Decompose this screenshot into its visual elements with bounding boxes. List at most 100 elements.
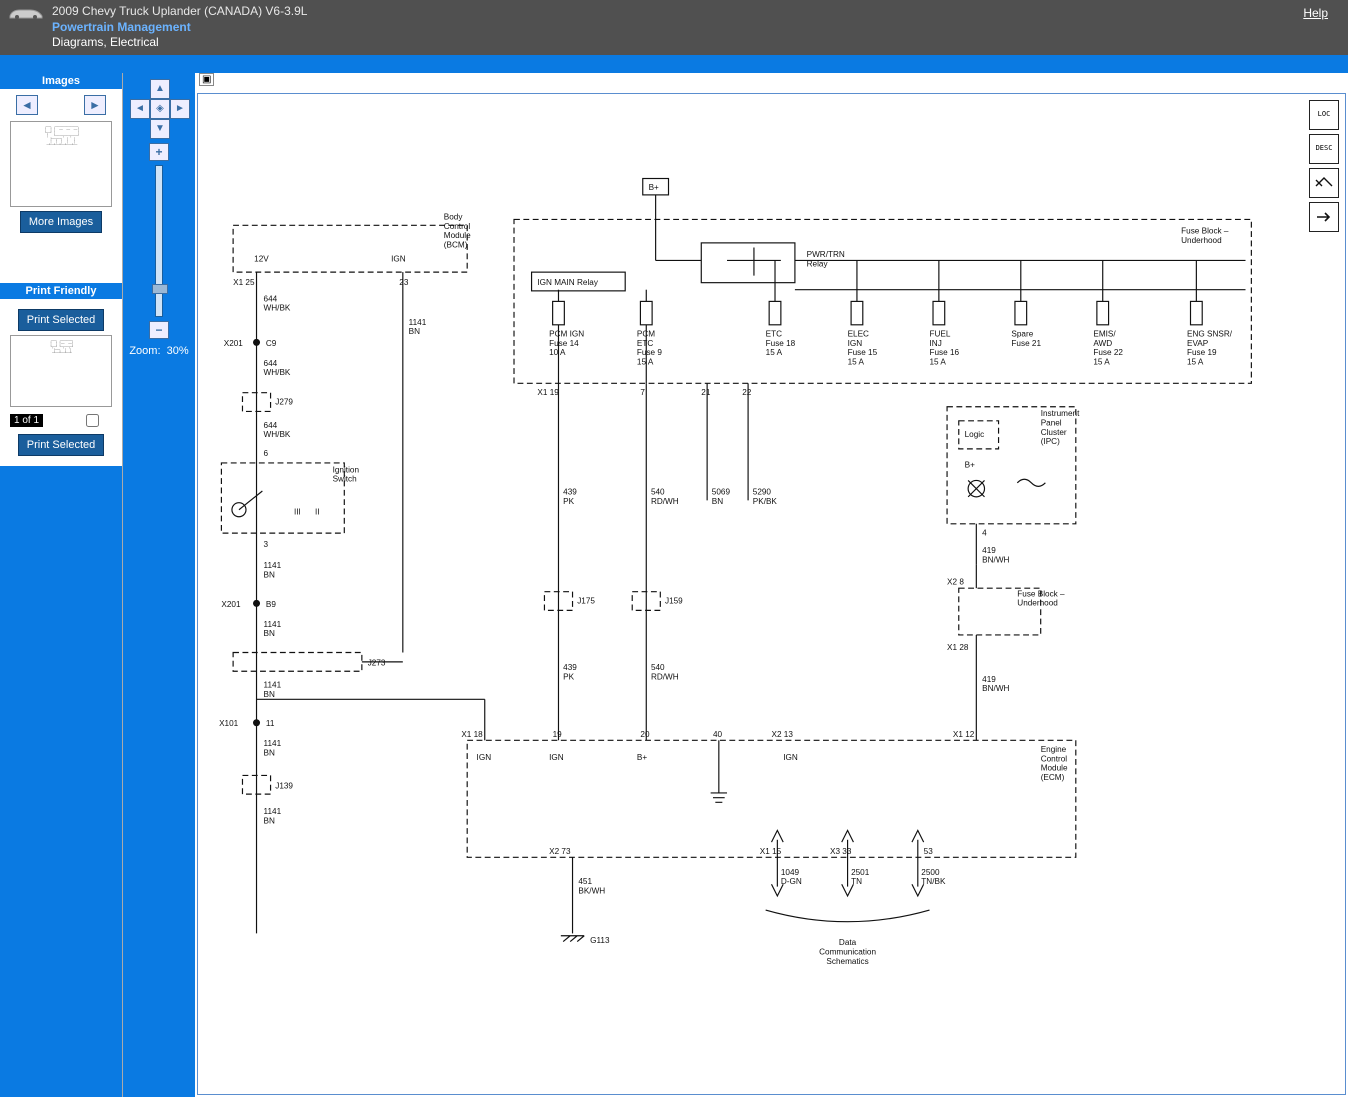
svg-text:X2 8: X2 8 xyxy=(947,577,964,586)
svg-text:IGN: IGN xyxy=(391,254,406,263)
svg-text:2501TN: 2501TN xyxy=(851,868,870,886)
tool-icon[interactable]: ▣ xyxy=(199,73,214,86)
svg-text:PCMETCFuse 915 A: PCMETCFuse 915 A xyxy=(637,329,662,366)
nav-diag-up-button[interactable] xyxy=(1309,168,1339,198)
svg-text:X3 33: X3 33 xyxy=(830,847,852,856)
svg-text:J139: J139 xyxy=(275,781,293,790)
zoom-slider[interactable] xyxy=(155,165,163,317)
section-title[interactable]: Powertrain Management xyxy=(52,20,307,36)
svg-text:C9: C9 xyxy=(266,339,277,348)
pan-left-button[interactable]: ◄ xyxy=(130,99,150,119)
svg-text:G113: G113 xyxy=(590,936,610,945)
print-selected-button-bottom[interactable]: Print Selected xyxy=(18,434,104,456)
svg-text:19: 19 xyxy=(553,730,563,739)
svg-text:12V: 12V xyxy=(254,254,269,263)
svg-text:53: 53 xyxy=(924,847,934,856)
svg-text:11: 11 xyxy=(266,719,275,728)
subsection-title: Diagrams, Electrical xyxy=(52,35,307,51)
top-blue-bar xyxy=(0,55,1348,73)
svg-text:1049D-GN: 1049D-GN xyxy=(781,868,802,886)
zoom-pane: ▲ ◄ ◈ ► ▼ + − Zoom: 30% xyxy=(123,73,195,1097)
svg-text:InstrumentPanelCluster(IPC): InstrumentPanelCluster(IPC) xyxy=(1041,409,1080,446)
svg-text:439PK: 439PK xyxy=(563,487,577,505)
svg-text:419BN/WH: 419BN/WH xyxy=(982,675,1009,693)
svg-text:J175: J175 xyxy=(577,596,595,605)
nav-diag-right-button[interactable] xyxy=(1309,202,1339,232)
svg-text:644WH/BK: 644WH/BK xyxy=(264,294,291,312)
svg-text:SpareFuse 21: SpareFuse 21 xyxy=(1011,329,1041,347)
svg-text:FUELINJFuse 1615 A: FUELINJFuse 1615 A xyxy=(930,329,960,366)
svg-text:1141BN: 1141BN xyxy=(264,680,282,698)
pan-up-button[interactable]: ▲ xyxy=(150,79,170,99)
svg-text:439PK: 439PK xyxy=(563,663,577,681)
svg-text:5290PK/BK: 5290PK/BK xyxy=(753,487,778,505)
svg-text:644WH/BK: 644WH/BK xyxy=(264,421,291,439)
svg-text:540RD/WH: 540RD/WH xyxy=(651,487,679,505)
more-images-button[interactable]: More Images xyxy=(20,211,102,233)
next-image-button[interactable]: ► xyxy=(84,95,106,115)
svg-text:Fuse Block –Underhood: Fuse Block –Underhood xyxy=(1181,226,1229,244)
loc-button[interactable]: LOC xyxy=(1309,100,1339,130)
svg-text:X1 12: X1 12 xyxy=(953,730,975,739)
diagram-toolbar: ▣ xyxy=(195,73,1348,91)
svg-text:EngineControlModule(ECM): EngineControlModule(ECM) xyxy=(1041,745,1068,782)
svg-text:22: 22 xyxy=(742,388,752,397)
header-bar: 2009 Chevy Truck Uplander (CANADA) V6-3.… xyxy=(0,0,1348,55)
svg-text:6: 6 xyxy=(264,449,269,458)
pager-label: 1 of 1 xyxy=(10,414,43,427)
svg-text:IgnitionSwitch: IgnitionSwitch xyxy=(333,465,360,483)
svg-text:Logic: Logic xyxy=(965,430,985,439)
diagram-frame[interactable]: LOC DESC B+ Fuse Block –Underhood PWR/TR… xyxy=(197,93,1346,1095)
svg-text:4: 4 xyxy=(982,528,987,537)
zoom-label: Zoom: xyxy=(129,345,160,357)
svg-text:419BN/WH: 419BN/WH xyxy=(982,546,1009,564)
svg-text:X1 15: X1 15 xyxy=(760,847,782,856)
help-link[interactable]: Help xyxy=(1303,6,1328,20)
svg-text:III: III xyxy=(294,507,301,516)
print-friendly-header: Print Friendly xyxy=(0,283,122,299)
svg-text:2500TN/BK: 2500TN/BK xyxy=(921,868,946,886)
print-thumbnail[interactable]: ┌──┐ ┌──────┐ │ │ │── ──│ └┬─┘ └─┬──┬─┘ … xyxy=(10,335,112,407)
pan-right-button[interactable]: ► xyxy=(170,99,190,119)
print-selected-button-top[interactable]: Print Selected xyxy=(18,309,104,331)
svg-text:J273: J273 xyxy=(368,658,386,667)
svg-text:IGN: IGN xyxy=(549,753,564,762)
svg-text:II: II xyxy=(315,507,320,516)
prev-image-button[interactable]: ◄ xyxy=(16,95,38,115)
zoom-out-button[interactable]: − xyxy=(149,321,169,339)
svg-text:B+: B+ xyxy=(965,460,975,469)
vehicle-title: 2009 Chevy Truck Uplander (CANADA) V6-3.… xyxy=(52,4,307,20)
svg-text:X201: X201 xyxy=(221,600,241,609)
image-thumbnail-1[interactable]: ┌──┐ ┌────────────┐ │ │ │ ── ── ──│ └┬─┘… xyxy=(10,121,112,207)
svg-text:X1 25: X1 25 xyxy=(233,278,255,287)
svg-text:21: 21 xyxy=(701,388,711,397)
svg-text:1141BN: 1141BN xyxy=(264,807,282,825)
svg-text:IGN: IGN xyxy=(783,753,798,762)
zoom-value: 30% xyxy=(167,345,189,357)
svg-text:X1 19: X1 19 xyxy=(537,388,559,397)
svg-text:EMIS/AWDFuse 2215 A: EMIS/AWDFuse 2215 A xyxy=(1093,329,1123,366)
desc-button[interactable]: DESC xyxy=(1309,134,1339,164)
svg-text:644WH/BK: 644WH/BK xyxy=(264,359,291,377)
svg-text:40: 40 xyxy=(713,730,723,739)
svg-text:X2 73: X2 73 xyxy=(549,847,571,856)
svg-text:5069BN: 5069BN xyxy=(712,487,731,505)
svg-text:3: 3 xyxy=(264,540,269,549)
images-header: Images xyxy=(0,73,122,89)
sidebar: Images ◄ ► ┌──┐ ┌────────────┐ │ │ │ ── … xyxy=(0,73,123,1097)
zoom-in-button[interactable]: + xyxy=(149,143,169,161)
svg-text:540RD/WH: 540RD/WH xyxy=(651,663,679,681)
wiring-diagram: B+ Fuse Block –Underhood PWR/TRNRelay IG… xyxy=(198,94,1345,1094)
pan-center-button[interactable]: ◈ xyxy=(150,99,170,119)
svg-text:IGN MAIN Relay: IGN MAIN Relay xyxy=(537,278,598,287)
svg-text:1141BN: 1141BN xyxy=(264,620,282,638)
svg-text:451BK/WH: 451BK/WH xyxy=(578,877,605,895)
svg-text:J279: J279 xyxy=(275,397,293,406)
svg-text:23: 23 xyxy=(399,278,409,287)
svg-text:BodyControlModule(BCM): BodyControlModule(BCM) xyxy=(444,212,471,249)
svg-text:B+: B+ xyxy=(649,183,659,192)
print-select-checkbox[interactable] xyxy=(86,414,99,427)
svg-text:1141BN: 1141BN xyxy=(264,739,282,757)
car-icon xyxy=(8,6,44,23)
pan-down-button[interactable]: ▼ xyxy=(150,119,170,139)
